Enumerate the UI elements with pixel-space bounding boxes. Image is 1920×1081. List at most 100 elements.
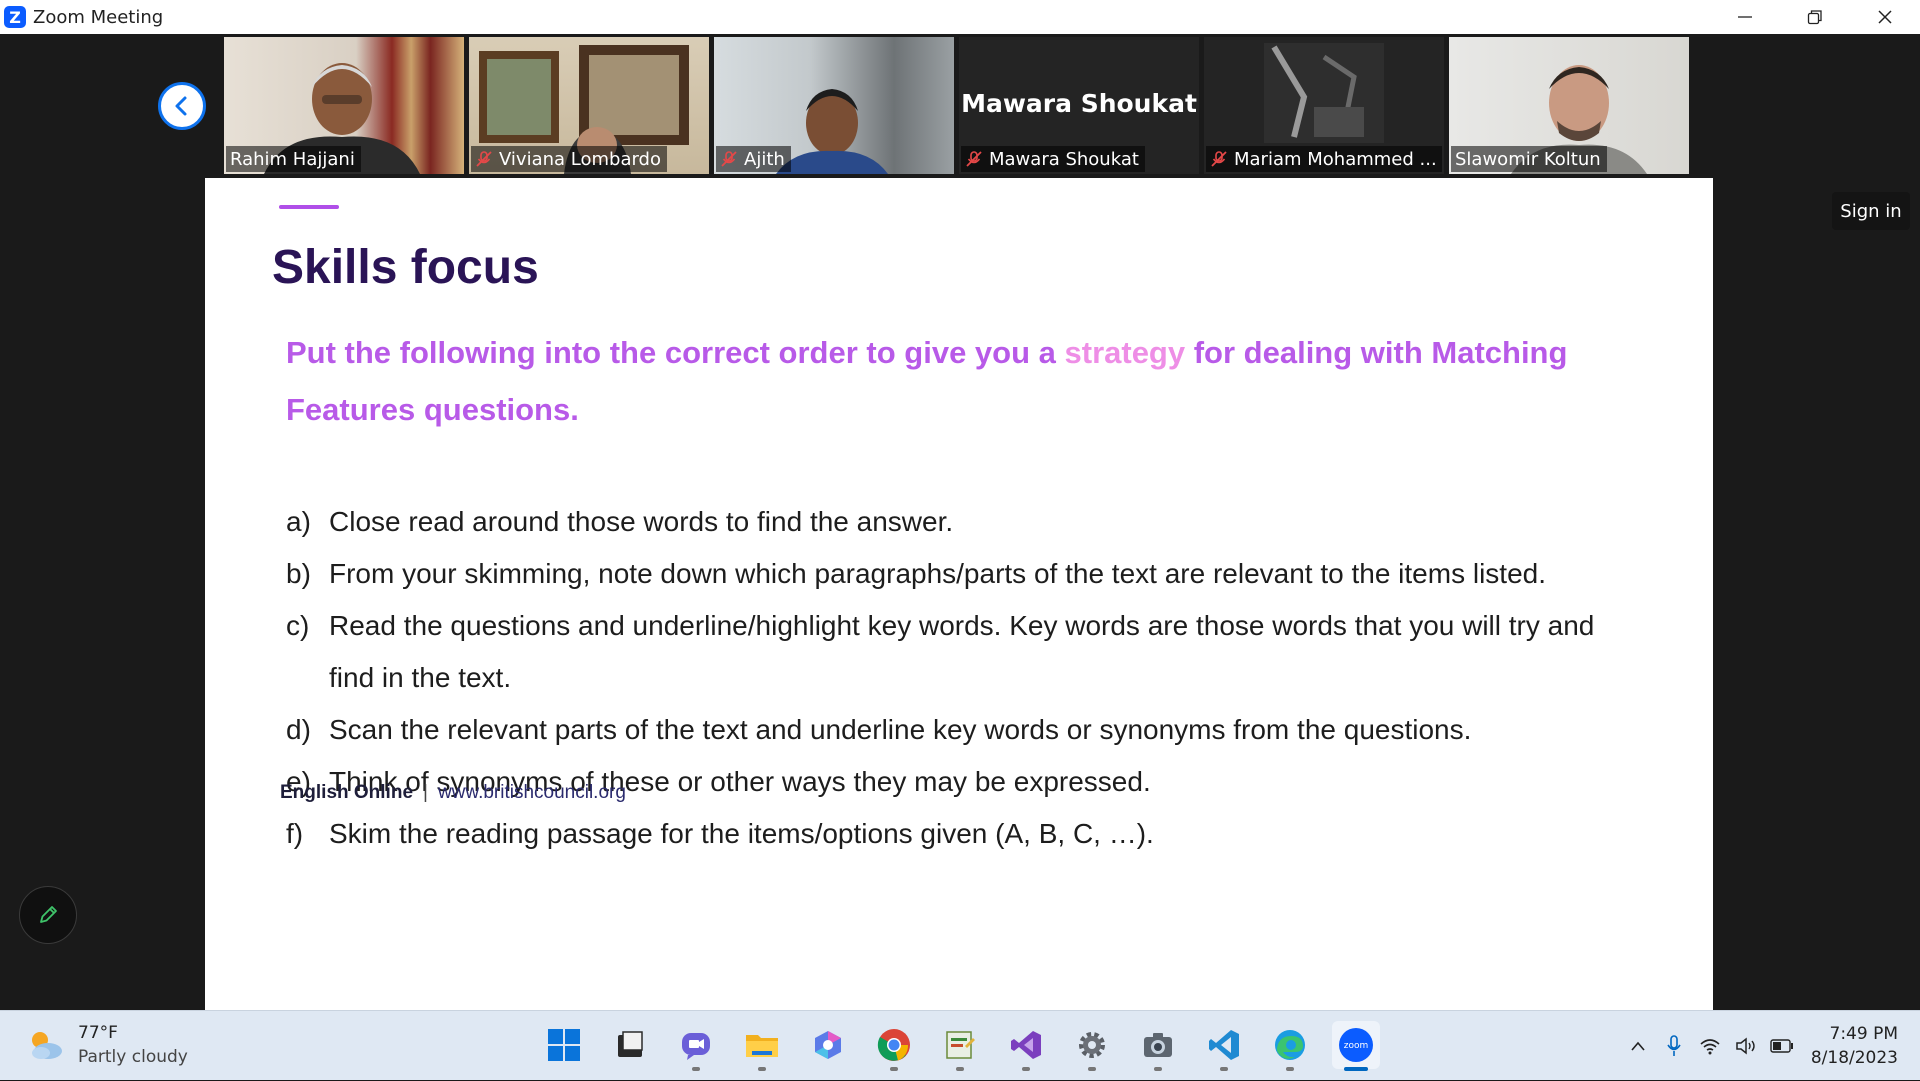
participant-tile[interactable]: Rahim Hajjani xyxy=(224,37,464,174)
chevron-left-icon xyxy=(175,96,187,116)
battery-button[interactable] xyxy=(1765,1029,1799,1063)
participant-tile[interactable]: Mariam Mohammed ... xyxy=(1204,37,1444,174)
restore-icon xyxy=(1807,10,1822,25)
muted-mic-icon xyxy=(720,150,738,168)
option-letter: b) xyxy=(286,558,311,589)
gallery-prev-button[interactable] xyxy=(158,82,206,130)
option-text: Scan the relevant parts of the text and … xyxy=(329,714,1472,745)
taskbar-app[interactable] xyxy=(870,1021,918,1071)
teams-chat-icon xyxy=(682,1033,710,1060)
chrome-icon xyxy=(877,1029,910,1061)
partly-cloudy-icon xyxy=(32,1032,62,1059)
visual-studio-icon xyxy=(1011,1031,1041,1059)
taskbar-app[interactable] xyxy=(672,1021,720,1071)
taskbar-app[interactable] xyxy=(606,1021,654,1069)
participant-name: Viviana Lombardo xyxy=(499,148,661,170)
editor-icon xyxy=(946,1031,975,1059)
microphone-button[interactable] xyxy=(1657,1029,1691,1063)
window-controls xyxy=(1710,0,1920,34)
volume-button[interactable] xyxy=(1729,1029,1763,1063)
copilot-icon xyxy=(815,1031,841,1059)
option-letter: d) xyxy=(286,714,311,745)
list-item: a) Close read around those words to find … xyxy=(286,496,1606,548)
participant-tile[interactable]: Slawomir Koltun xyxy=(1449,37,1689,174)
pencil-icon xyxy=(40,906,57,923)
muted-mic-icon xyxy=(965,150,983,168)
zoom-icon: zoom xyxy=(1339,1028,1373,1062)
taskbar-clock[interactable]: 7:49 PM 8/18/2023 xyxy=(1811,1022,1898,1070)
taskbar-app[interactable] xyxy=(804,1021,852,1069)
muted-mic-icon xyxy=(1210,150,1228,168)
clock-date: 8/18/2023 xyxy=(1810,1048,1898,1068)
taskbar-app[interactable] xyxy=(1068,1021,1116,1071)
clock-time: 7:49 PM xyxy=(1829,1024,1899,1044)
participant-display-name: Mawara Shoukat xyxy=(961,89,1197,118)
network-button[interactable] xyxy=(1693,1029,1727,1063)
option-text: From your skimming, note down which para… xyxy=(329,558,1547,589)
footer-brand: English Online xyxy=(280,782,414,803)
slide-instruction-part1: Put the following into the correct order… xyxy=(286,335,1065,370)
weather-widget[interactable]: 77°F Partly cloudy xyxy=(26,1021,188,1069)
window-title: Zoom Meeting xyxy=(33,6,164,28)
participant-strip: Rahim Hajjani Viviana Lombardo Ajith Maw… xyxy=(224,37,1689,174)
footer-url: www.britishcouncil.org xyxy=(437,782,626,803)
windows-start-icon xyxy=(548,1029,580,1061)
participant-name-tag: Rahim Hajjani xyxy=(226,146,361,172)
list-item: d) Scan the relevant parts of the text an… xyxy=(286,704,1606,756)
shared-screen-slide: Skills focus Put the following into the … xyxy=(205,178,1713,1010)
participant-name-tag: Mariam Mohammed ... xyxy=(1206,146,1442,172)
taskbar-app[interactable] xyxy=(1002,1021,1050,1071)
participant-name-tag: Viviana Lombardo xyxy=(471,146,667,172)
participant-name-tag: Ajith xyxy=(716,146,791,172)
list-item: b) From your skimming, note down which pa… xyxy=(286,548,1606,600)
sign-in-button[interactable]: Sign in xyxy=(1832,192,1910,230)
participant-name: Mariam Mohammed ... xyxy=(1234,148,1437,170)
restore-button[interactable] xyxy=(1780,0,1850,34)
taskbar-app[interactable] xyxy=(1266,1021,1314,1071)
window-titlebar: Z Zoom Meeting xyxy=(0,0,1920,34)
taskbar-app[interactable] xyxy=(738,1021,786,1071)
annotate-button[interactable] xyxy=(19,886,77,944)
settings-icon xyxy=(1079,1032,1105,1058)
minimize-button[interactable] xyxy=(1710,0,1780,34)
option-letter: f) xyxy=(286,818,304,849)
participant-tile[interactable]: Viviana Lombardo xyxy=(469,37,709,174)
minimize-icon xyxy=(1738,16,1752,18)
participant-name: Rahim Hajjani xyxy=(230,148,355,170)
wifi-icon xyxy=(1700,1039,1720,1055)
taskbar-app[interactable] xyxy=(1134,1021,1182,1071)
list-item: c) Read the questions and underline/highl… xyxy=(286,600,1606,704)
slide-accent-line xyxy=(279,205,339,209)
muted-mic-icon xyxy=(475,150,493,168)
option-text: Read the questions and underline/highlig… xyxy=(329,610,1595,693)
file-explorer-icon xyxy=(746,1035,778,1057)
option-text: Close read around those words to find th… xyxy=(329,506,954,537)
options-list: a) Close read around those words to find … xyxy=(286,496,1606,860)
vscode-icon xyxy=(1209,1030,1239,1060)
participant-name: Mawara Shoukat xyxy=(989,148,1139,170)
participant-name-tag: Slawomir Koltun xyxy=(1451,146,1607,172)
weather-desc: Partly cloudy xyxy=(78,1047,188,1067)
show-hidden-icons-button[interactable] xyxy=(1621,1029,1655,1063)
slide-footer: English Online | www.britishcouncil.org xyxy=(280,782,626,804)
battery-icon xyxy=(1770,1039,1793,1053)
participant-tile[interactable]: Ajith xyxy=(714,37,954,174)
taskbar-app[interactable] xyxy=(936,1021,984,1071)
weather-text: 77°F Partly cloudy xyxy=(78,1021,188,1069)
windows-taskbar: 77°F Partly cloudy zoom 7:49 PM 8/18/202… xyxy=(0,1010,1920,1080)
taskbar-app-active[interactable]: zoom xyxy=(1332,1021,1380,1071)
taskbar-app[interactable] xyxy=(1200,1021,1248,1071)
close-button[interactable] xyxy=(1850,0,1920,34)
speaker-icon xyxy=(1736,1037,1755,1055)
participant-name: Ajith xyxy=(744,148,785,170)
option-letter: a) xyxy=(286,506,311,537)
windows-start-button[interactable] xyxy=(540,1021,588,1069)
footer-separator: | xyxy=(423,782,428,803)
edge-icon xyxy=(1275,1030,1305,1060)
participant-tile[interactable]: Mawara Shoukat Mawara Shoukat xyxy=(959,37,1199,174)
slide-instruction-highlight: strategy xyxy=(1064,335,1186,370)
chevron-up-icon xyxy=(1631,1041,1645,1051)
participant-name: Slawomir Koltun xyxy=(1455,148,1601,170)
list-item: f) Skim the reading passage for the items… xyxy=(286,808,1606,860)
participant-name-tag: Mawara Shoukat xyxy=(961,146,1145,172)
